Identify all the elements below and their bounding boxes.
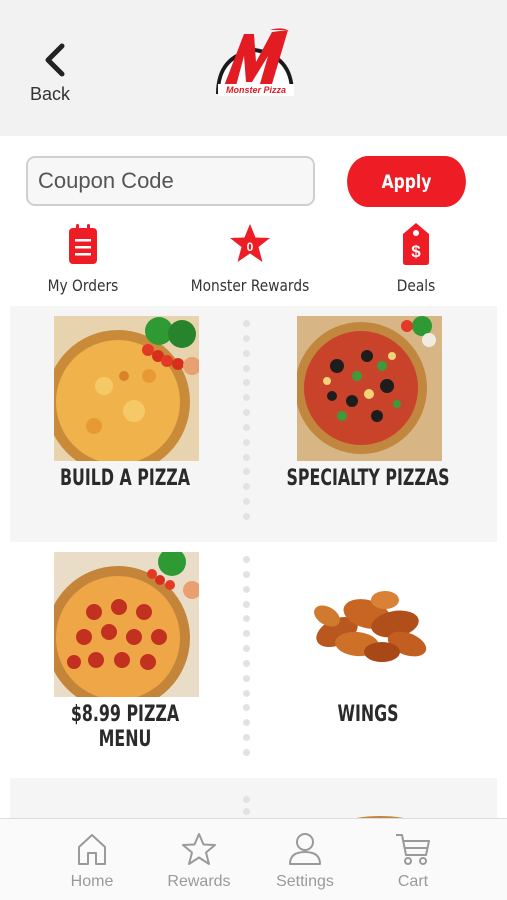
bottom-tab-bar: Home Rewards Settings Cart — [0, 818, 507, 900]
cart-icon — [396, 834, 430, 865]
menu-tile-label: WINGS — [337, 702, 399, 727]
tab-settings[interactable]: Settings — [255, 831, 355, 897]
monster-pizza-logo: Monster Pizza — [210, 26, 300, 98]
monster-rewards-label: Monster Rewards — [190, 276, 310, 295]
tab-home-label: Home — [70, 873, 114, 890]
svg-text:$: $ — [411, 242, 421, 261]
menu-tile-899-pizza-menu[interactable]: $8.99 PIZZA MENU — [10, 552, 240, 762]
clipboard-icon — [69, 224, 97, 264]
rewards-count: 0 — [247, 240, 254, 254]
tab-rewards[interactable]: Rewards — [149, 831, 249, 897]
chicken-wings-image — [297, 552, 442, 697]
cheese-pizza-image — [54, 316, 199, 461]
tab-rewards-label: Rewards — [167, 873, 231, 890]
menu-tile-label: $8.99 PIZZA MENU — [70, 702, 180, 752]
menu-row: $8.99 PIZZA MENU WINGS — [10, 542, 497, 778]
my-orders-link[interactable]: My Orders — [8, 222, 158, 300]
deals-link[interactable]: $ Deals — [341, 222, 491, 300]
chevron-left-icon — [45, 43, 65, 77]
menu-tile-specialty-pizzas[interactable]: SPECIALTY PIZZAS — [253, 316, 483, 526]
price-tag-icon: $ — [403, 223, 429, 265]
coupon-code-input[interactable] — [26, 156, 315, 206]
menu-tile-label: BUILD A PIZZA — [59, 466, 191, 491]
home-icon — [78, 834, 106, 865]
back-button[interactable]: Back — [26, 40, 86, 110]
pepperoni-pizza-image — [54, 552, 199, 697]
menu-tile-build-a-pizza[interactable]: BUILD A PIZZA — [10, 316, 240, 526]
monster-rewards-link[interactable]: 0 Monster Rewards — [175, 222, 325, 300]
tab-cart-label: Cart — [397, 873, 429, 890]
star-badge-icon: 0 — [230, 224, 270, 262]
deals-label: Deals — [396, 276, 436, 295]
tab-home[interactable]: Home — [42, 831, 142, 897]
tab-settings-label: Settings — [276, 873, 334, 890]
column-divider — [243, 556, 251, 756]
apply-button[interactable]: Apply — [347, 156, 466, 207]
back-label: Back — [30, 84, 71, 104]
star-icon — [182, 833, 216, 865]
my-orders-label: My Orders — [47, 276, 119, 295]
menu-tile-wings[interactable]: WINGS — [253, 552, 483, 762]
user-icon — [289, 833, 321, 865]
menu-tile-label: SPECIALTY PIZZAS — [286, 466, 450, 491]
supreme-pizza-image — [297, 316, 442, 461]
svg-text:Monster Pizza: Monster Pizza — [226, 85, 286, 95]
column-divider — [243, 320, 251, 520]
tab-cart[interactable]: Cart — [363, 831, 463, 897]
header-bar: Back Monster Pizza — [0, 0, 507, 136]
app-screen: Back Monster Pizza Apply My Orders — [0, 0, 507, 900]
menu-row: BUILD A PIZZA SPECIALTY PIZZAS — [10, 306, 497, 542]
